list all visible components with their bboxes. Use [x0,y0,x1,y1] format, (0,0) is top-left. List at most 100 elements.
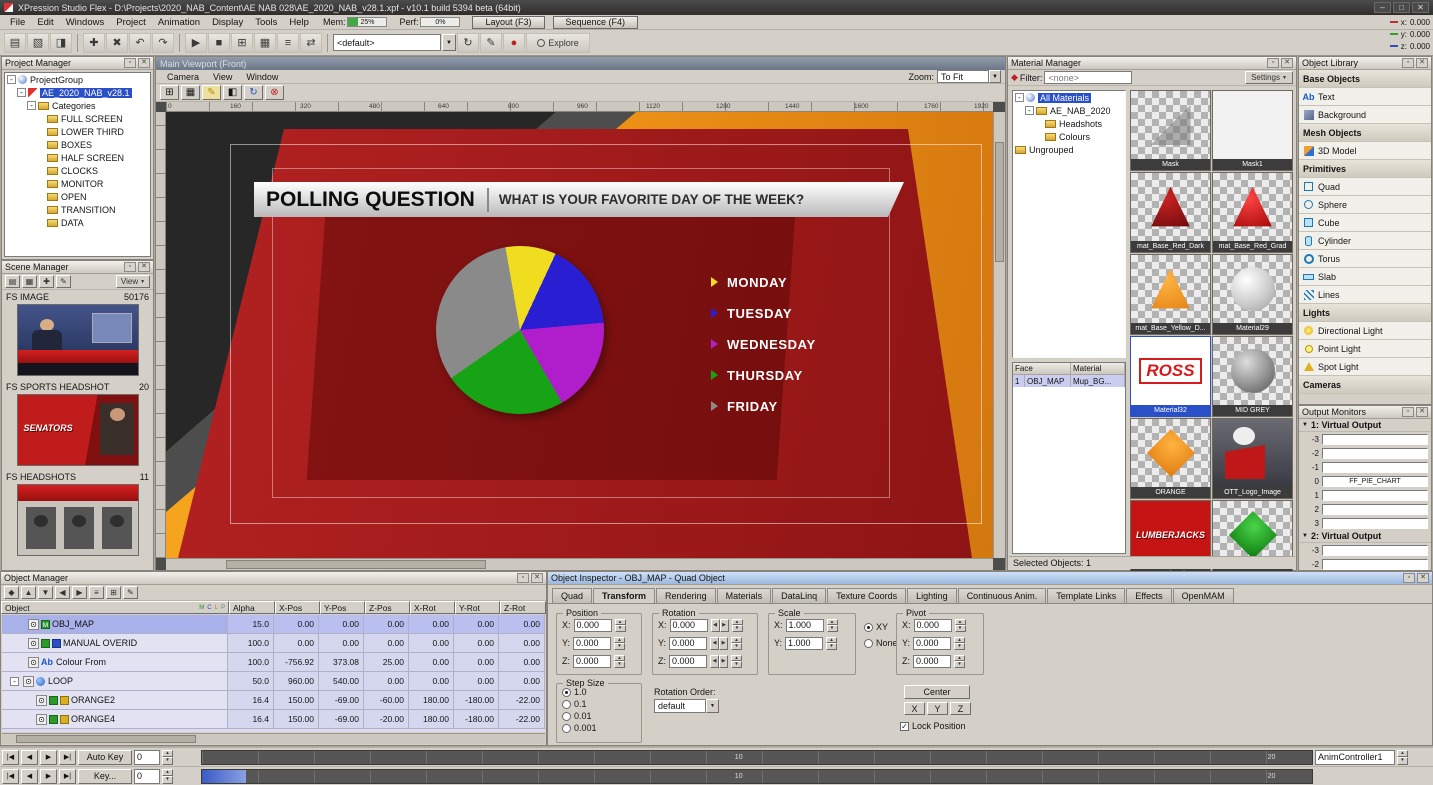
radio-icon[interactable] [864,639,873,648]
minimize-icon[interactable]: – [1374,2,1391,13]
visibility-eye-icon[interactable]: ⊙ [28,657,39,668]
close-icon[interactable]: ✕ [1417,573,1429,583]
pivot-y-field[interactable]: 0.000 [913,637,951,650]
library-item-sphere[interactable]: Sphere [1299,196,1431,214]
output-slot[interactable]: -3 [1299,543,1431,557]
library-item-slab[interactable]: Slab [1299,268,1431,286]
scene-add-icon[interactable]: ✚ [39,275,54,288]
expander-icon[interactable]: - [27,101,36,110]
play-icon[interactable]: ▶ [40,769,57,784]
rotation-x-field[interactable]: 0.000 [670,619,708,632]
viewport-vscrollbar[interactable] [993,112,1005,558]
column-yrot[interactable]: Y-Rot [455,601,500,614]
library-item-text[interactable]: AbText [1299,88,1431,106]
library-item-cylinder[interactable]: Cylinder [1299,232,1431,250]
undo-icon[interactable]: ↶ [129,33,151,53]
shading-icon[interactable]: ◧ [223,85,242,100]
spinner[interactable]: ▲▼ [731,655,742,668]
scene-item-label[interactable]: FS SPORTS HEADSHOT20 [2,380,153,393]
scale-xy-option[interactable]: XY [864,621,898,633]
tab-transform[interactable]: Transform [593,588,655,603]
filter-input[interactable]: <none> [1044,71,1132,84]
virtual-output-1-group[interactable]: ▼1: Virtual Output [1299,419,1431,432]
object-row-orange4[interactable]: ⊙ORANGE4 16.4 150.00 -69.00 -20.00 180.0… [2,710,545,729]
menu-project[interactable]: Project [110,17,152,28]
expander-icon[interactable]: - [7,75,16,84]
expander-icon[interactable]: - [10,677,19,686]
tree-item-ungrouped[interactable]: Ungrouped [1013,143,1125,156]
column-xpos[interactable]: X-Pos [275,601,320,614]
refresh-icon[interactable]: ↻ [457,33,479,53]
output-slot[interactable]: -2 [1299,557,1431,571]
pin-icon[interactable]: ▫ [517,573,529,583]
tree-item-open[interactable]: OPEN [5,190,150,203]
maximize-icon[interactable]: □ [1393,2,1410,13]
pivot-y-button[interactable]: Y [927,702,948,715]
settings-dropdown[interactable]: Settings▼ [1245,71,1293,84]
output-slot[interactable]: -3 [1299,432,1431,446]
menu-file[interactable]: File [4,17,31,28]
view-dropdown[interactable]: View▼ [116,275,150,288]
pin-icon[interactable]: ▫ [1403,573,1415,583]
pin-icon[interactable]: ▫ [1402,58,1414,68]
spinner[interactable]: ▲▼ [954,637,965,650]
scroll-thumb[interactable] [226,560,486,569]
om-up-icon[interactable]: ▲ [21,586,36,599]
swap-icon[interactable]: ⇄ [300,33,322,53]
tab-datalinq[interactable]: DataLinq [772,588,826,603]
close-icon[interactable]: ✕ [1416,58,1428,68]
object-row-loop[interactable]: -⊙LOOP 50.0 960.00 540.00 0.00 0.00 0.00… [2,672,545,691]
menu-help[interactable]: Help [283,17,315,28]
material-32-selected[interactable]: ROSSMaterial32 [1130,336,1211,417]
expander-icon[interactable]: - [17,88,26,97]
om-diamond-icon[interactable]: ◆ [4,586,19,599]
output-slot[interactable]: -2 [1299,446,1431,460]
close-icon[interactable]: ✕ [531,573,543,583]
key-button[interactable]: Key... [78,769,132,784]
record-icon[interactable]: ● [503,33,525,53]
scale-y-field[interactable]: 1.000 [785,637,823,650]
visibility-eye-icon[interactable]: ⊙ [28,638,39,649]
radio-icon[interactable] [864,623,873,632]
column-alpha[interactable]: Alpha [229,601,275,614]
pivot-x-field[interactable]: 0.000 [914,619,952,632]
scene-item-label[interactable]: FS HEADSHOTS11 [2,470,153,483]
anim-controller-dropdown[interactable]: AnimController1 [1315,750,1395,765]
scene-grid-icon[interactable]: ▦ [22,275,37,288]
spinner[interactable]: ▲▼ [1397,750,1408,765]
position-x-field[interactable]: 0.000 [574,619,612,632]
timeline-ruler-1[interactable]: 1020 [201,750,1313,765]
step-001[interactable]: 0.01 [562,711,638,721]
step-back-icon[interactable]: ◀ [21,769,38,784]
list-icon[interactable]: ≡ [277,33,299,53]
pin-icon[interactable]: ▫ [124,262,136,272]
add-icon[interactable]: ✚ [83,33,105,53]
output-slot[interactable]: 1 [1299,488,1431,502]
library-item-quad[interactable]: Quad [1299,178,1431,196]
expander-icon[interactable]: - [1015,93,1024,102]
column-ypos[interactable]: Y-Pos [320,601,365,614]
tree-item-boxes[interactable]: BOXES [5,138,150,151]
column-xrot[interactable]: X-Rot [410,601,455,614]
library-item-torus[interactable]: Torus [1299,250,1431,268]
om-left-icon[interactable]: ◀ [55,586,70,599]
radio-icon[interactable] [562,712,571,721]
timeline-ruler-2[interactable]: 1020 [201,769,1313,784]
dropdown-arrow-icon[interactable]: ▼ [706,699,719,713]
scene-item-label[interactable]: FS IMAGE50176 [2,290,153,303]
preset-dropdown-arrow-icon[interactable]: ▼ [442,34,456,51]
viewport-menu-view[interactable]: View [206,72,239,82]
viewport-hscrollbar[interactable] [166,558,993,570]
cells-icon[interactable]: ▦ [254,33,276,53]
delete-icon[interactable]: ✖ [106,33,128,53]
viewport-menu-window[interactable]: Window [239,72,285,82]
library-item-background[interactable]: Background [1299,106,1431,124]
material-29[interactable]: Material29 [1212,254,1293,335]
tab-template-links[interactable]: Template Links [1047,588,1125,603]
tree-item-clocks[interactable]: CLOCKS [5,164,150,177]
face-table-row[interactable]: 1 OBJ_MAP Mup_BG... [1013,375,1125,387]
tree-item-all-materials[interactable]: -All Materials [1013,91,1125,104]
viewport-menu-camera[interactable]: Camera [160,72,206,82]
expander-icon[interactable]: - [1025,106,1034,115]
library-item-3d-model[interactable]: 3D Model [1299,142,1431,160]
